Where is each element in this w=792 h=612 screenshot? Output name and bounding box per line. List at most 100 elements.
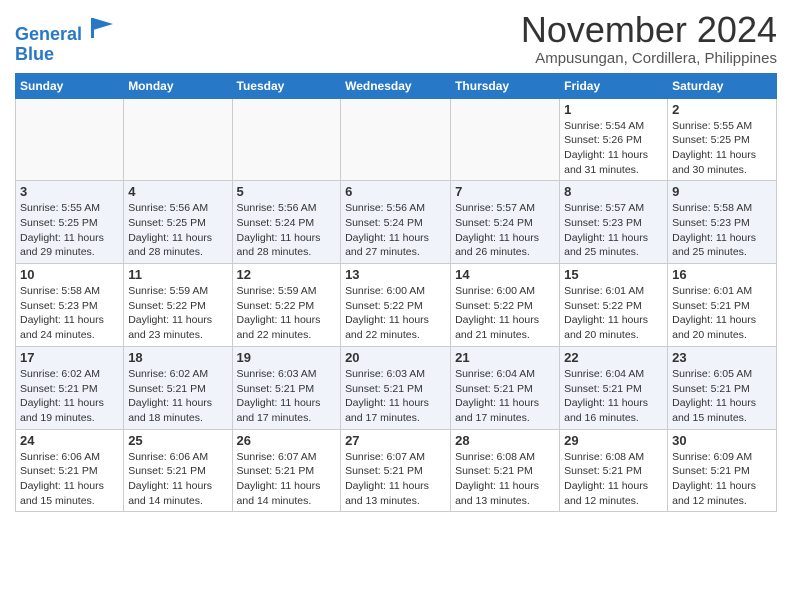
day-info: Sunrise: 6:06 AMSunset: 5:21 PMDaylight:… — [20, 450, 119, 509]
calendar-cell: 23 Sunrise: 6:05 AMSunset: 5:21 PMDayligh… — [668, 346, 777, 429]
day-number: 2 — [672, 102, 772, 117]
day-info: Sunrise: 6:00 AMSunset: 5:22 PMDaylight:… — [345, 284, 446, 343]
day-number: 21 — [455, 350, 555, 365]
day-number: 6 — [345, 184, 446, 199]
day-number: 18 — [128, 350, 227, 365]
day-number: 20 — [345, 350, 446, 365]
calendar-cell: 16Sunrise: 6:01 AMSunset: 5:21 PMDayligh… — [668, 264, 777, 347]
day-number: 26 — [237, 433, 337, 448]
day-info: Sunrise: 5:56 AMSunset: 5:24 PMDaylight:… — [237, 201, 337, 260]
calendar-cell: 3Sunrise: 5:55 AMSunset: 5:25 PMDaylight… — [16, 181, 124, 264]
calendar-cell: 21 Sunrise: 6:04 AMSunset: 5:21 PMDayligh… — [451, 346, 560, 429]
calendar-cell: 18 Sunrise: 6:02 AMSunset: 5:21 PMDayligh… — [124, 346, 232, 429]
calendar-week-2: 3Sunrise: 5:55 AMSunset: 5:25 PMDaylight… — [16, 181, 777, 264]
calendar-cell: 6 Sunrise: 5:56 AMSunset: 5:24 PMDaylight… — [341, 181, 451, 264]
logo-blue: Blue — [15, 44, 54, 64]
month-title: November 2024 — [521, 10, 777, 50]
logo-general: General — [15, 24, 82, 44]
calendar-cell: 13 Sunrise: 6:00 AMSunset: 5:22 PMDayligh… — [341, 264, 451, 347]
calendar-week-3: 10 Sunrise: 5:58 AMSunset: 5:23 PMDayligh… — [16, 264, 777, 347]
day-info: Sunrise: 5:57 AMSunset: 5:24 PMDaylight:… — [455, 201, 555, 260]
day-number: 13 — [345, 267, 446, 282]
day-number: 12 — [237, 267, 337, 282]
day-info: Sunrise: 6:03 AMSunset: 5:21 PMDaylight:… — [345, 367, 446, 426]
calendar-cell — [124, 98, 232, 181]
day-number: 15 — [564, 267, 663, 282]
calendar-cell: 17Sunrise: 6:02 AMSunset: 5:21 PMDayligh… — [16, 346, 124, 429]
day-number: 4 — [128, 184, 227, 199]
day-number: 22 — [564, 350, 663, 365]
calendar-cell: 11 Sunrise: 5:59 AMSunset: 5:22 PMDayligh… — [124, 264, 232, 347]
day-info: Sunrise: 6:04 AMSunset: 5:21 PMDaylight:… — [455, 367, 555, 426]
day-info: Sunrise: 6:07 AMSunset: 5:21 PMDaylight:… — [345, 450, 446, 509]
day-info: Sunrise: 5:57 AMSunset: 5:23 PMDaylight:… — [564, 201, 663, 260]
location-subtitle: Ampusungan, Cordillera, Philippines — [521, 50, 777, 67]
header: General Blue November 2024 Ampusungan, C… — [15, 10, 777, 67]
calendar-cell: 30 Sunrise: 6:09 AMSunset: 5:21 PMDayligh… — [668, 429, 777, 512]
calendar-cell: 5Sunrise: 5:56 AMSunset: 5:24 PMDaylight… — [232, 181, 341, 264]
day-number: 8 — [564, 184, 663, 199]
calendar-cell — [341, 98, 451, 181]
calendar-cell: 2Sunrise: 5:55 AMSunset: 5:25 PMDaylight… — [668, 98, 777, 181]
calendar-cell: 20 Sunrise: 6:03 AMSunset: 5:21 PMDayligh… — [341, 346, 451, 429]
day-number: 7 — [455, 184, 555, 199]
calendar-table: SundayMondayTuesdayWednesdayThursdayFrid… — [15, 73, 777, 513]
calendar-cell: 4 Sunrise: 5:56 AMSunset: 5:25 PMDaylight… — [124, 181, 232, 264]
calendar-cell: 10 Sunrise: 5:58 AMSunset: 5:23 PMDayligh… — [16, 264, 124, 347]
day-info: Sunrise: 6:04 AMSunset: 5:21 PMDaylight:… — [564, 367, 663, 426]
calendar-cell: 29 Sunrise: 6:08 AMSunset: 5:21 PMDayligh… — [560, 429, 668, 512]
day-info: Sunrise: 6:08 AMSunset: 5:21 PMDaylight:… — [564, 450, 663, 509]
calendar-cell: 27 Sunrise: 6:07 AMSunset: 5:21 PMDayligh… — [341, 429, 451, 512]
day-number: 23 — [672, 350, 772, 365]
day-info: Sunrise: 6:01 AMSunset: 5:21 PMDaylight:… — [672, 284, 772, 343]
day-number: 19 — [237, 350, 337, 365]
day-number: 9 — [672, 184, 772, 199]
day-info: Sunrise: 6:03 AMSunset: 5:21 PMDaylight:… — [237, 367, 337, 426]
calendar-week-5: 24 Sunrise: 6:06 AMSunset: 5:21 PMDayligh… — [16, 429, 777, 512]
day-number: 24 — [20, 433, 119, 448]
calendar-dow-tuesday: Tuesday — [232, 73, 341, 98]
calendar-cell: 26 Sunrise: 6:07 AMSunset: 5:21 PMDayligh… — [232, 429, 341, 512]
calendar-week-1: 1Sunrise: 5:54 AMSunset: 5:26 PMDaylight… — [16, 98, 777, 181]
day-info: Sunrise: 5:58 AMSunset: 5:23 PMDaylight:… — [672, 201, 772, 260]
calendar-cell: 1Sunrise: 5:54 AMSunset: 5:26 PMDaylight… — [560, 98, 668, 181]
calendar-dow-saturday: Saturday — [668, 73, 777, 98]
calendar-cell: 19 Sunrise: 6:03 AMSunset: 5:21 PMDayligh… — [232, 346, 341, 429]
day-number: 17 — [20, 350, 119, 365]
day-info: Sunrise: 5:58 AMSunset: 5:23 PMDaylight:… — [20, 284, 119, 343]
day-number: 27 — [345, 433, 446, 448]
calendar-week-4: 17 Sunrise: 6:02 AMSunset: 5:21 PMDayligh… — [16, 346, 777, 429]
calendar-cell: 22 Sunrise: 6:04 AMSunset: 5:21 PMDayligh… — [560, 346, 668, 429]
calendar-cell: 9 Sunrise: 5:58 AMSunset: 5:23 PMDaylight… — [668, 181, 777, 264]
day-info: Sunrise: 6:01 AMSunset: 5:22 PMDaylight:… — [564, 284, 663, 343]
calendar-cell: 28 Sunrise: 6:08 AMSunset: 5:21 PMDayligh… — [451, 429, 560, 512]
calendar-cell: 24 Sunrise: 6:06 AMSunset: 5:21 PMDayligh… — [16, 429, 124, 512]
day-number: 28 — [455, 433, 555, 448]
calendar-dow-monday: Monday — [124, 73, 232, 98]
calendar-header-row: SundayMondayTuesdayWednesdayThursdayFrid… — [16, 73, 777, 98]
calendar-cell: 8 Sunrise: 5:57 AMSunset: 5:23 PMDaylight… — [560, 181, 668, 264]
day-info: Sunrise: 6:06 AMSunset: 5:21 PMDaylight:… — [128, 450, 227, 509]
day-info: Sunrise: 5:59 AMSunset: 5:22 PMDaylight:… — [128, 284, 227, 343]
day-number: 30 — [672, 433, 772, 448]
day-info: Sunrise: 5:56 AMSunset: 5:24 PMDaylight:… — [345, 201, 446, 260]
day-info: Sunrise: 5:59 AMSunset: 5:22 PMDaylight:… — [237, 284, 337, 343]
day-number: 10 — [20, 267, 119, 282]
day-info: Sunrise: 5:56 AMSunset: 5:25 PMDaylight:… — [128, 201, 227, 260]
day-info: Sunrise: 6:08 AMSunset: 5:21 PMDaylight:… — [455, 450, 555, 509]
day-info: Sunrise: 6:02 AMSunset: 5:21 PMDaylight:… — [128, 367, 227, 426]
day-number: 3 — [20, 184, 119, 199]
day-number: 25 — [128, 433, 227, 448]
day-info: Sunrise: 6:05 AMSunset: 5:21 PMDaylight:… — [672, 367, 772, 426]
day-info: Sunrise: 6:09 AMSunset: 5:21 PMDaylight:… — [672, 450, 772, 509]
day-info: Sunrise: 6:07 AMSunset: 5:21 PMDaylight:… — [237, 450, 337, 509]
day-number: 29 — [564, 433, 663, 448]
calendar-cell: 7 Sunrise: 5:57 AMSunset: 5:24 PMDaylight… — [451, 181, 560, 264]
page: General Blue November 2024 Ampusungan, C… — [0, 0, 792, 527]
calendar-cell — [232, 98, 341, 181]
calendar-cell: 15 Sunrise: 6:01 AMSunset: 5:22 PMDayligh… — [560, 264, 668, 347]
day-number: 14 — [455, 267, 555, 282]
day-number: 11 — [128, 267, 227, 282]
calendar-cell: 12 Sunrise: 5:59 AMSunset: 5:22 PMDayligh… — [232, 264, 341, 347]
calendar-dow-sunday: Sunday — [16, 73, 124, 98]
